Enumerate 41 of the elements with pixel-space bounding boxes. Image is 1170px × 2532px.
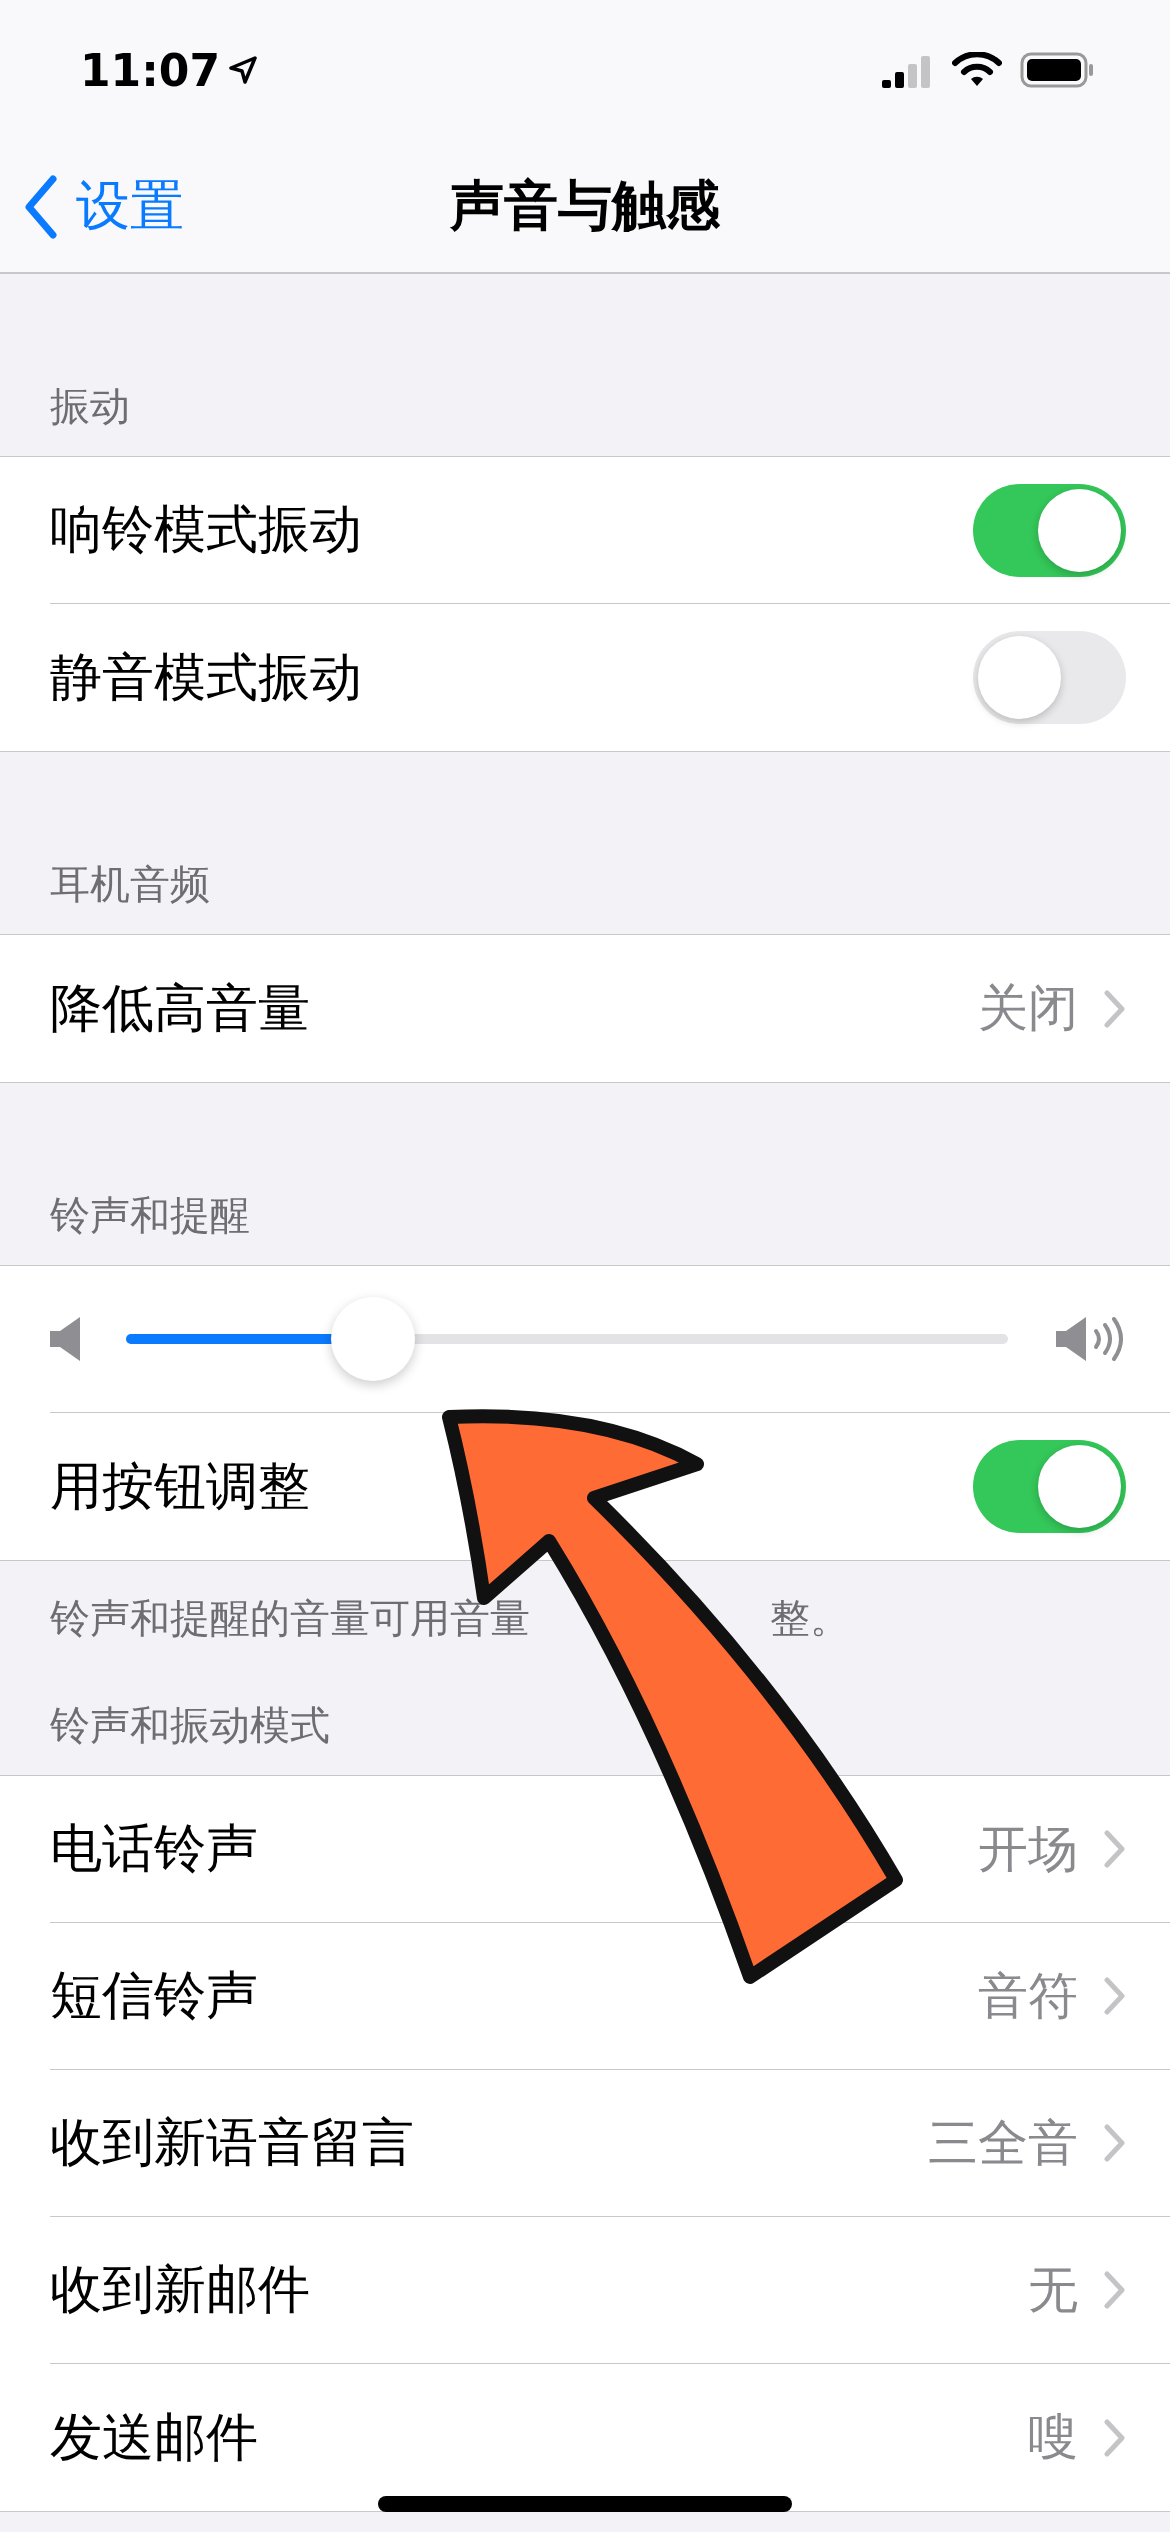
loud-speaker-icon bbox=[1056, 1315, 1126, 1363]
location-arrow-icon bbox=[228, 55, 259, 85]
section-header: 铃声和提醒 bbox=[50, 1191, 250, 1240]
settings-row[interactable]: 发送邮件 嗖 bbox=[50, 2364, 1170, 2511]
setting-value: 嗖 bbox=[1028, 2407, 1078, 2468]
back-button[interactable]: 设置 bbox=[24, 170, 184, 243]
section-header: 振动 bbox=[50, 382, 130, 431]
setting-value: 关闭 bbox=[978, 978, 1078, 1039]
setting-label: 电话铃声 bbox=[50, 1817, 259, 1880]
chevron-icon bbox=[1104, 2271, 1126, 2309]
setting-label: 静音模式振动 bbox=[50, 645, 363, 709]
chevron-icon bbox=[1104, 2418, 1126, 2457]
chevron-icon bbox=[1104, 1977, 1126, 2015]
setting-value: 音符 bbox=[978, 1965, 1078, 2027]
chevron-icon bbox=[1104, 989, 1126, 1028]
setting-label: 收到新邮件 bbox=[50, 2258, 311, 2321]
setting-value: 三全音 bbox=[928, 2112, 1078, 2174]
settings-row[interactable]: 收到新邮件 无 bbox=[50, 2217, 1170, 2364]
settings-row[interactable]: 收到新语音留言 三全音 bbox=[50, 2070, 1170, 2217]
quiet-speaker-icon bbox=[50, 1315, 82, 1363]
setting-label: 响铃模式振动 bbox=[50, 498, 363, 561]
setting-label: 收到新语音留言 bbox=[50, 2111, 415, 2174]
setting-value: 开场 bbox=[978, 1818, 1078, 1880]
footer-text: 铃声和提醒的音量可用音量 bbox=[50, 1594, 530, 1643]
battery-icon bbox=[1020, 52, 1094, 88]
status-time: 11:07 bbox=[80, 44, 221, 96]
volume-slider[interactable] bbox=[126, 1297, 1008, 1381]
setting-label: 短信铃声 bbox=[50, 1964, 259, 2027]
setting-label: 降低高音量 bbox=[50, 976, 311, 1040]
page-title: 声音与触感 bbox=[450, 172, 720, 239]
chevron-icon bbox=[1104, 2124, 1126, 2162]
wifi-icon bbox=[952, 52, 1002, 88]
setting-label: 用按钮调整 bbox=[50, 1454, 311, 1518]
setting-value: 无 bbox=[1028, 2259, 1078, 2321]
section-header: 耳机音频 bbox=[50, 860, 210, 909]
setting-label: 发送邮件 bbox=[50, 2405, 259, 2469]
section-header: 铃声和振动模式 bbox=[50, 1701, 330, 1750]
back-chevron-icon bbox=[24, 174, 58, 239]
footer-text: 整。 bbox=[770, 1594, 850, 1643]
slider-thumb[interactable] bbox=[330, 1297, 415, 1381]
chevron-icon bbox=[1104, 1830, 1126, 1868]
